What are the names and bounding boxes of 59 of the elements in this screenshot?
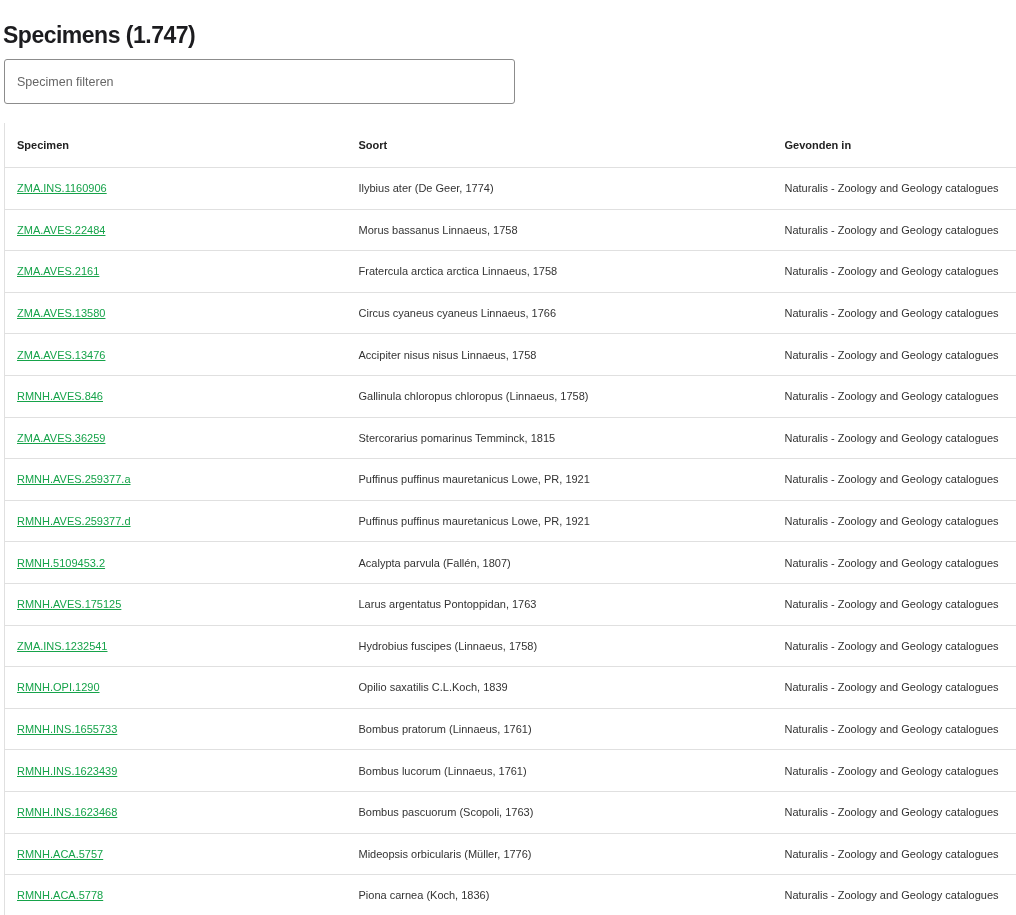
source-text: Naturalis - Zoology and Geology catalogues <box>784 556 999 569</box>
specimen-link[interactable]: RMNH.AVES.259377.a <box>17 473 131 486</box>
species-name: Mideopsis orbicularis (Müller, 1776) <box>358 847 532 860</box>
species-name: Bombus pratorum (Linnaeus, 1761) <box>358 723 532 735</box>
source-text: Naturalis - Zoology and Geology catalogues <box>784 681 999 694</box>
species-name: Circus cyaneus cyaneus Linnaeus, 1766 <box>358 307 556 320</box>
species-name: Hydrobius fuscipes (Linnaeus, 1758) <box>358 639 538 652</box>
column-header: Soort <box>358 139 388 151</box>
species-name: Piona carnea (Koch, 1836) <box>358 889 490 902</box>
source-text: Naturalis - Zoology and Geology catalogues <box>784 806 999 819</box>
species-name: Opilio saxatilis C.L.Koch, 1839 <box>358 681 508 694</box>
source-text: Naturalis - Zoology and Geology catalogues <box>784 307 999 320</box>
species-name: Bombus lucorum (Linnaeus, 1761) <box>358 764 527 777</box>
specimen-link[interactable]: RMNH.5109453.2 <box>17 556 106 569</box>
species-name: Gallinula chloropus chloropus (Linnaeus, 1758) <box>358 390 589 403</box>
column-header: Gevonden in <box>784 139 852 151</box>
specimen-link[interactable]: RMNH.ACA.5757 <box>17 847 104 860</box>
page-title: Specimens (1.747) <box>3 21 197 50</box>
filter-field[interactable]: Specimen filteren <box>4 59 515 104</box>
source-text: Naturalis - Zoology and Geology catalogues <box>784 847 999 860</box>
specimen-link[interactable]: RMNH.INS.1623468 <box>17 806 118 819</box>
specimen-link[interactable]: RMNH.INS.1623439 <box>17 764 118 777</box>
source-text: Naturalis - Zoology and Geology catalogues <box>784 265 999 278</box>
species-name: Morus bassanus Linnaeus, 1758 <box>358 223 518 236</box>
specimen-link[interactable]: ZMA.INS.1160906 <box>17 182 107 195</box>
species-name: Puffinus puffinus mauretanicus Lowe, PR, 1921 <box>358 473 590 486</box>
species-name: Larus argentatus Pontoppidan, 1763 <box>358 598 537 611</box>
source-text: Naturalis - Zoology and Geology catalogues <box>784 639 999 652</box>
specimen-link[interactable]: RMNH.AVES.175125 <box>17 598 122 611</box>
species-name: Bombus pascuorum (Scopoli, 1763) <box>358 806 534 819</box>
specimen-link[interactable]: ZMA.AVES.13580 <box>17 307 106 320</box>
source-text: Naturalis - Zoology and Geology catalogues <box>784 764 999 777</box>
source-text: Naturalis - Zoology and Geology catalogues <box>784 223 999 236</box>
source-text: Naturalis - Zoology and Geology catalogues <box>784 348 999 361</box>
species-name: Acalypta parvula (Fallén, 1807) <box>358 556 511 569</box>
species-name: Accipiter nisus nisus Linnaeus, 1758 <box>358 348 537 361</box>
specimen-link[interactable]: ZMA.INS.1232541 <box>17 639 108 652</box>
source-text: Naturalis - Zoology and Geology catalogues <box>784 515 999 528</box>
species-name: Puffinus puffinus mauretanicus Lowe, PR, 1921 <box>358 515 590 528</box>
source-text: Naturalis - Zoology and Geology catalogues <box>784 431 999 444</box>
source-text: Naturalis - Zoology and Geology catalogues <box>784 723 999 735</box>
specimen-link[interactable]: RMNH.AVES.846 <box>17 390 103 403</box>
source-text: Naturalis - Zoology and Geology catalogues <box>784 390 999 403</box>
source-text: Naturalis - Zoology and Geology catalogues <box>784 182 999 195</box>
specimen-link[interactable]: ZMA.AVES.22484 <box>17 223 106 236</box>
specimen-link[interactable]: ZMA.AVES.2161 <box>17 265 100 278</box>
source-text: Naturalis - Zoology and Geology catalogues <box>784 598 999 611</box>
column-header: Specimen <box>17 139 69 151</box>
specimen-link[interactable]: ZMA.AVES.36259 <box>17 431 106 444</box>
species-name: Fratercula arctica arctica Linnaeus, 1758 <box>358 265 558 278</box>
specimen-link[interactable]: RMNH.OPI.1290 <box>17 681 100 694</box>
specimen-link[interactable]: RMNH.AVES.259377.d <box>17 515 131 528</box>
species-name: Stercorarius pomarinus Temminck, 1815 <box>358 431 556 444</box>
species-name: Ilybius ater (De Geer, 1774) <box>358 182 494 195</box>
specimen-link[interactable]: RMNH.INS.1655733 <box>17 723 118 735</box>
specimen-link[interactable]: RMNH.ACA.5778 <box>17 889 104 902</box>
source-text: Naturalis - Zoology and Geology catalogues <box>784 889 999 902</box>
specimen-link[interactable]: ZMA.AVES.13476 <box>17 348 106 361</box>
source-text: Naturalis - Zoology and Geology catalogues <box>784 473 999 486</box>
